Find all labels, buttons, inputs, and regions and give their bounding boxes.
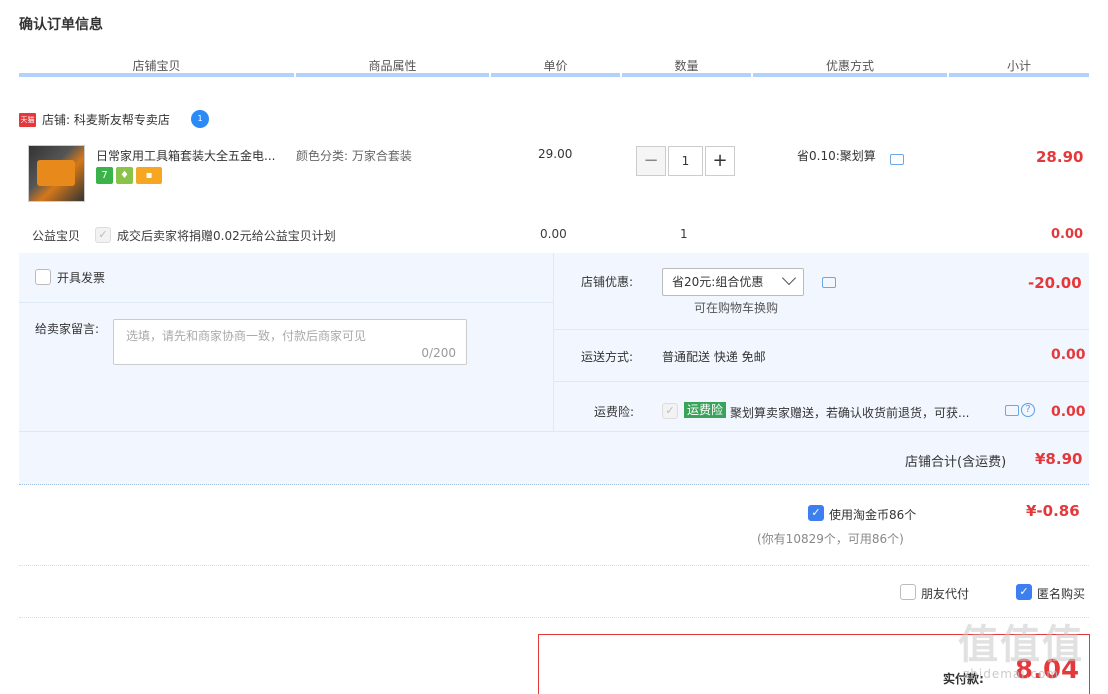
taojinbi-label: 使用淘金币86个 [829,508,917,522]
item-promo: 省0.10:聚划算 [797,149,876,163]
insurance-checkbox[interactable]: ✓ [662,403,678,419]
shipping-amount: 0.00 [1051,347,1086,363]
chevron-down-icon [781,270,797,286]
item-service-badges: 7 ♦ ▪ [96,167,162,184]
seller-message-input[interactable]: 选填，请先和商家协商一致，付款后商家可见 0/200 [113,319,467,365]
promo-comment-icon[interactable] [890,154,904,165]
friend-pay-checkbox[interactable] [900,584,916,600]
col-header-qty: 数量 [674,59,699,73]
insurance-amount: 0.00 [1051,404,1086,420]
insurance-comment-icon[interactable] [1005,405,1019,416]
section-divider [19,565,1089,566]
invoice-checkbox[interactable] [35,269,51,285]
shop-discount-amount: -20.00 [1028,274,1082,292]
taojinbi-available: (你有10829个，可用86个) [757,532,904,546]
shipping-label: 运送方式: [581,350,634,364]
charity-qty: 1 [680,227,688,241]
header-divider [753,73,947,77]
seven-day-return-icon: 7 [96,167,113,184]
anonymous-label: 匿名购买 [1037,587,1086,601]
header-divider [491,73,620,77]
item-unit-price: 29.00 [538,147,573,161]
taojinbi-amount: ¥-0.86 [1026,502,1080,520]
charity-label: 公益宝贝 [32,229,81,243]
col-header-subtotal: 小计 [1006,59,1031,73]
charity-price: 0.00 [540,227,567,241]
shop-discount-select[interactable]: 省20元:组合优惠 [662,268,804,296]
item-attribute: 颜色分类: 万家合套装 [296,149,412,163]
guarantee-icon: ♦ [116,167,133,184]
panel-divider [19,431,1089,432]
section-divider [19,617,1089,618]
taojinbi-checkbox[interactable]: ✓ [808,505,824,521]
qty-minus-button[interactable]: − [636,146,666,176]
invoice-label: 开具发票 [57,271,106,285]
header-divider [19,73,294,77]
shop-discount-hint: 可在购物车换购 [694,301,779,315]
header-divider [296,73,489,77]
item-subtotal: 28.90 [1036,148,1084,166]
col-header-price: 单价 [543,59,568,73]
shop-discount-selected: 省20元:组合优惠 [672,275,764,289]
panel-divider [554,381,1089,382]
shop-discount-label: 店铺优惠: [581,275,634,289]
insurance-tag: 运费险 [684,402,727,418]
message-placeholder: 选填，请先和商家协商一致，付款后商家可见 [126,329,367,343]
tmall-tag-icon: 天猫 [19,113,36,127]
discount-comment-icon[interactable] [822,277,836,288]
header-divider [622,73,751,77]
col-header-shop-item: 店铺宝贝 [132,59,181,73]
item-name-link[interactable]: 日常家用工具箱套装大全五金电... [96,147,275,164]
message-label: 给卖家留言: [35,322,100,336]
shop-total-amount: ¥8.90 [1035,450,1083,468]
qty-input[interactable]: 1 [668,146,703,176]
shipping-method: 普通配送 快递 免邮 [662,350,766,364]
charity-checkbox[interactable]: ✓ [95,227,111,243]
quantity-stepper[interactable]: − 1 + [636,146,735,176]
col-header-attr: 商品属性 [368,59,417,73]
shop-name-link[interactable]: 店铺: 科麦斯友帮专卖店 [42,111,170,128]
message-char-count: 0/200 [421,346,456,360]
credit-card-icon: ▪ [136,167,162,184]
anonymous-checkbox[interactable]: ✓ [1016,584,1032,600]
panel-divider [19,302,553,303]
col-header-promo: 优惠方式 [825,59,874,73]
qty-plus-button[interactable]: + [705,146,735,176]
panel-divider [554,329,1089,330]
charity-text: 成交后卖家将捐赠0.02元给公益宝贝计划 [117,229,336,243]
watermark-logo: 值值值 [958,622,1084,668]
wangwang-chat-icon[interactable]: 1 [191,110,209,128]
shop-total-label: 店铺合计(含运费) [905,455,1007,470]
insurance-text: 聚划算卖家赠送，若确认收货前退货，可获... [730,406,970,420]
watermark-url: zhidemai.com [963,667,1060,681]
panel-divider [553,253,554,431]
insurance-label: 运费险: [594,405,635,419]
page-title: 确认订单信息 [19,17,103,33]
charity-subtotal: 0.00 [1051,227,1084,242]
friend-pay-label: 朋友代付 [921,587,970,601]
item-thumbnail[interactable] [28,145,85,202]
help-icon[interactable]: ? [1021,403,1035,417]
header-divider [949,73,1089,77]
